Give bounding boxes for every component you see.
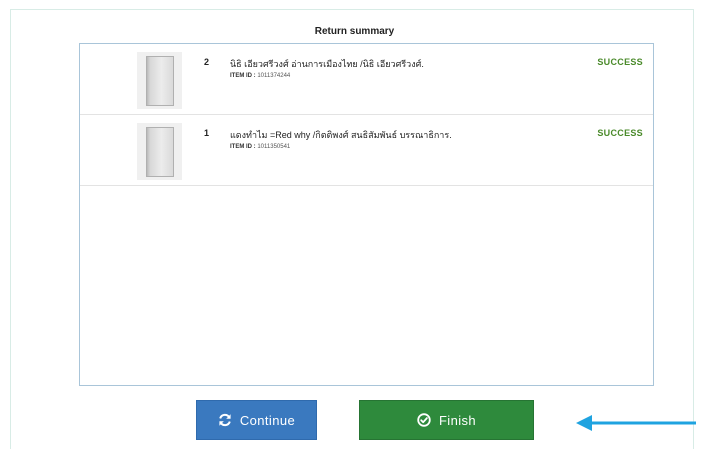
item-id-line: ITEM ID : 1011350541 — [230, 144, 290, 150]
item-id-value: 1011350541 — [257, 144, 291, 150]
pointer-arrow-icon — [576, 415, 696, 431]
continue-button[interactable]: Continue — [196, 400, 317, 440]
page-title: Return summary — [314, 26, 395, 37]
status-badge: SUCCESS — [597, 128, 643, 138]
refresh-icon — [218, 413, 232, 427]
item-id-value: 1011374244 — [257, 73, 291, 79]
status-badge: SUCCESS — [597, 57, 643, 67]
item-title: นิธิ เอียวศรีวงศ์ อ่านการเมืองไทย /นิธิ … — [230, 59, 424, 69]
book-thumbnail — [137, 123, 182, 180]
finish-button[interactable]: Finish — [359, 400, 534, 440]
check-circle-icon — [417, 413, 431, 427]
book-cover-icon — [146, 56, 174, 106]
return-summary-list: 2 นิธิ เอียวศรีวงศ์ อ่านการเมืองไทย /นิธ… — [79, 43, 654, 386]
item-id-line: ITEM ID : 1011374244 — [230, 73, 290, 79]
finish-label: Finish — [438, 412, 477, 428]
book-thumbnail — [137, 52, 182, 109]
item-quantity: 1 — [204, 128, 210, 138]
list-item: 2 นิธิ เอียวศรีวงศ์ อ่านการเมืองไทย /นิธ… — [80, 44, 653, 115]
book-cover-icon — [146, 127, 174, 177]
continue-label: Continue — [239, 412, 296, 428]
item-title: แดงทำไม =Red why /กิตติพงศ์ สนธิสัมพันธ์… — [230, 130, 452, 140]
item-id-label: ITEM ID : — [230, 144, 256, 150]
list-item: 1 แดงทำไม =Red why /กิตติพงศ์ สนธิสัมพัน… — [80, 115, 653, 186]
return-summary-page: Return summary 2 นิธิ เอียวศรีวงศ์ อ่านก… — [0, 0, 709, 459]
item-id-label: ITEM ID : — [230, 73, 256, 79]
item-quantity: 2 — [204, 57, 210, 67]
